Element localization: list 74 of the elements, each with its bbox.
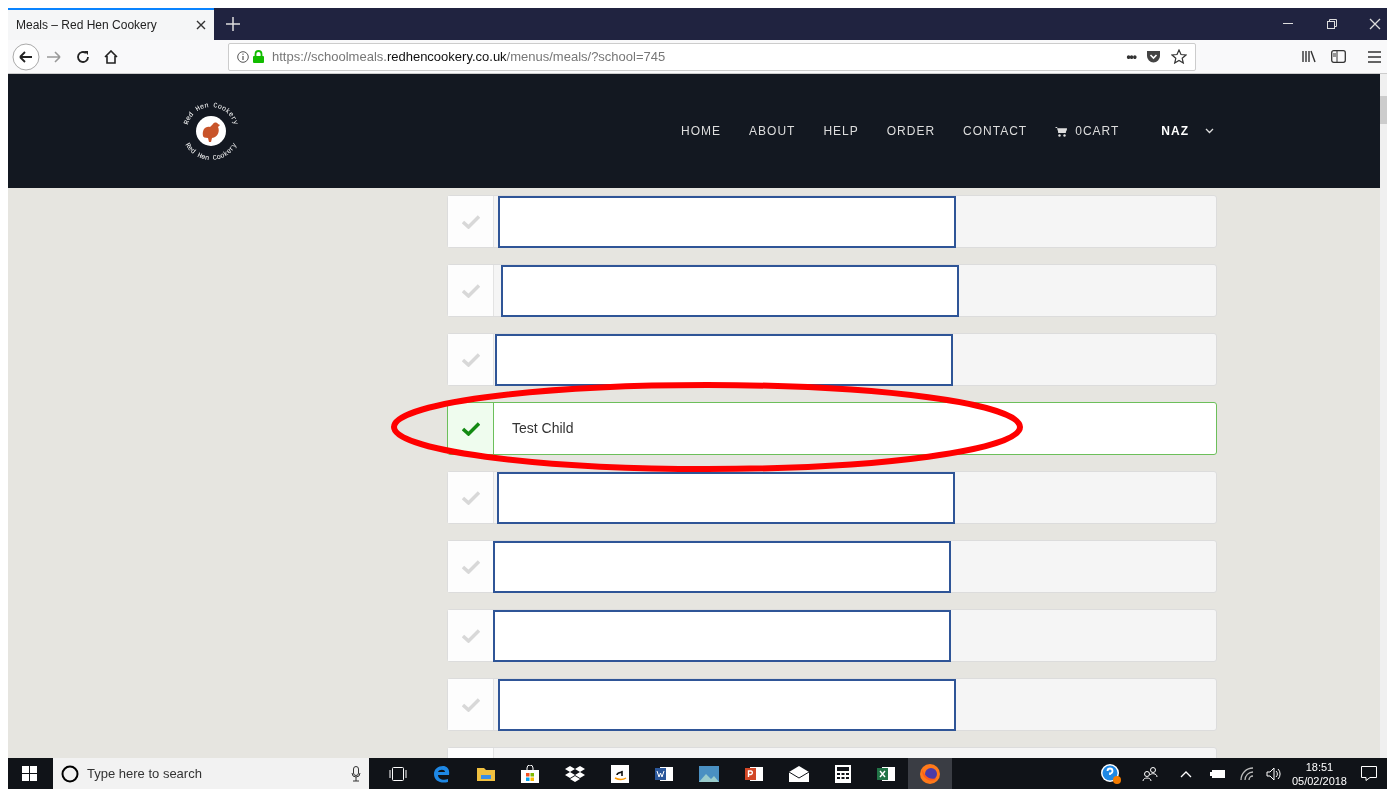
new-tab-icon[interactable] bbox=[226, 17, 240, 31]
windows-start-icon[interactable] bbox=[22, 766, 37, 781]
child-row[interactable] bbox=[447, 540, 1217, 593]
padlock-icon bbox=[253, 50, 264, 63]
child-row[interactable] bbox=[447, 678, 1217, 731]
checkmark-icon bbox=[461, 421, 480, 436]
address-bar[interactable]: https://schoolmeals.redhencookery.co.uk/menus/meals/?school=745 ••• bbox=[228, 42, 1196, 71]
checkmark-icon bbox=[461, 283, 480, 298]
folder-icon[interactable] bbox=[477, 765, 495, 782]
minimize-icon[interactable] bbox=[1283, 23, 1293, 25]
cart-icon[interactable] bbox=[1055, 125, 1068, 137]
edge-icon[interactable] bbox=[433, 764, 451, 783]
word-icon[interactable] bbox=[655, 764, 673, 783]
taskbar-search-field[interactable]: Type here to search bbox=[53, 758, 369, 789]
child-row[interactable] bbox=[447, 195, 1217, 248]
page-actions-button[interactable]: ••• bbox=[1126, 47, 1136, 66]
close-icon[interactable] bbox=[196, 20, 206, 30]
microphone-icon[interactable] bbox=[351, 765, 361, 782]
checkmark-icon bbox=[461, 214, 480, 229]
star-icon[interactable] bbox=[1171, 49, 1187, 64]
child-row[interactable] bbox=[447, 264, 1217, 317]
cortana-icon bbox=[61, 764, 79, 783]
tab-title: Meals – Red Hen Cookery bbox=[16, 17, 158, 34]
browser-tab[interactable]: Meals – Red Hen Cookery bbox=[8, 8, 214, 40]
scrollbar[interactable] bbox=[1380, 74, 1387, 758]
child-row[interactable] bbox=[447, 609, 1217, 662]
reload-icon[interactable] bbox=[76, 49, 90, 64]
info-icon[interactable] bbox=[237, 50, 249, 63]
photo-icon[interactable] bbox=[699, 765, 719, 782]
mail-icon[interactable] bbox=[789, 765, 809, 782]
store-icon[interactable] bbox=[521, 764, 539, 783]
people-icon[interactable] bbox=[1141, 765, 1158, 782]
chevron-down-icon[interactable] bbox=[1205, 128, 1214, 134]
child-row[interactable] bbox=[447, 333, 1217, 386]
battery-icon[interactable] bbox=[1209, 768, 1226, 779]
powerpoint-icon[interactable] bbox=[745, 764, 763, 783]
clock[interactable]: 18:51 05/02/2018 bbox=[1291, 759, 1347, 788]
checkmark-icon bbox=[461, 697, 480, 712]
calculator-icon[interactable] bbox=[835, 764, 851, 783]
wifi-icon[interactable] bbox=[1239, 766, 1256, 781]
nav-link[interactable]: ORDER bbox=[886, 122, 936, 140]
volume-icon[interactable] bbox=[1265, 766, 1282, 781]
menu-icon[interactable] bbox=[1368, 50, 1381, 63]
url-text: https://schoolmeals.redhencookery.co.uk/menus/meals/?school=745 bbox=[272, 47, 666, 66]
library-icon[interactable] bbox=[1302, 50, 1317, 63]
pocket-icon[interactable] bbox=[1146, 49, 1161, 64]
child-row[interactable]: Test Child bbox=[447, 402, 1217, 455]
checkmark-icon bbox=[461, 628, 480, 643]
checkmark-icon bbox=[461, 352, 480, 367]
amazon-app-icon[interactable] bbox=[611, 764, 629, 783]
home-icon[interactable] bbox=[104, 49, 118, 64]
nav-link[interactable]: ABOUT bbox=[749, 122, 796, 140]
firefox-icon bbox=[919, 762, 941, 785]
help-icon[interactable] bbox=[1099, 762, 1122, 785]
nav-link[interactable]: HOME bbox=[681, 122, 722, 140]
user-menu[interactable]: NAZ bbox=[1161, 122, 1189, 140]
checkmark-icon bbox=[461, 490, 480, 505]
task-view-icon[interactable] bbox=[389, 766, 407, 781]
dropbox-icon[interactable] bbox=[565, 764, 585, 783]
chevron-up-icon[interactable] bbox=[1179, 769, 1192, 778]
search-placeholder: Type here to search bbox=[87, 764, 203, 783]
cart-link[interactable]: 0CART bbox=[1075, 122, 1120, 140]
nav-link[interactable]: HELP bbox=[823, 122, 859, 140]
nav-link[interactable]: CONTACT bbox=[963, 122, 1028, 140]
child-row[interactable] bbox=[447, 471, 1217, 524]
restore-icon[interactable] bbox=[1327, 19, 1337, 29]
sidebar-icon[interactable] bbox=[1331, 50, 1346, 63]
firefox-taskbar-button[interactable] bbox=[908, 758, 952, 789]
back-icon[interactable] bbox=[12, 42, 40, 71]
excel-icon[interactable] bbox=[877, 764, 895, 783]
forward-icon[interactable] bbox=[46, 49, 62, 64]
child-name: Test Child bbox=[512, 419, 574, 438]
notification-icon[interactable] bbox=[1361, 766, 1377, 781]
checkmark-icon bbox=[461, 559, 480, 574]
